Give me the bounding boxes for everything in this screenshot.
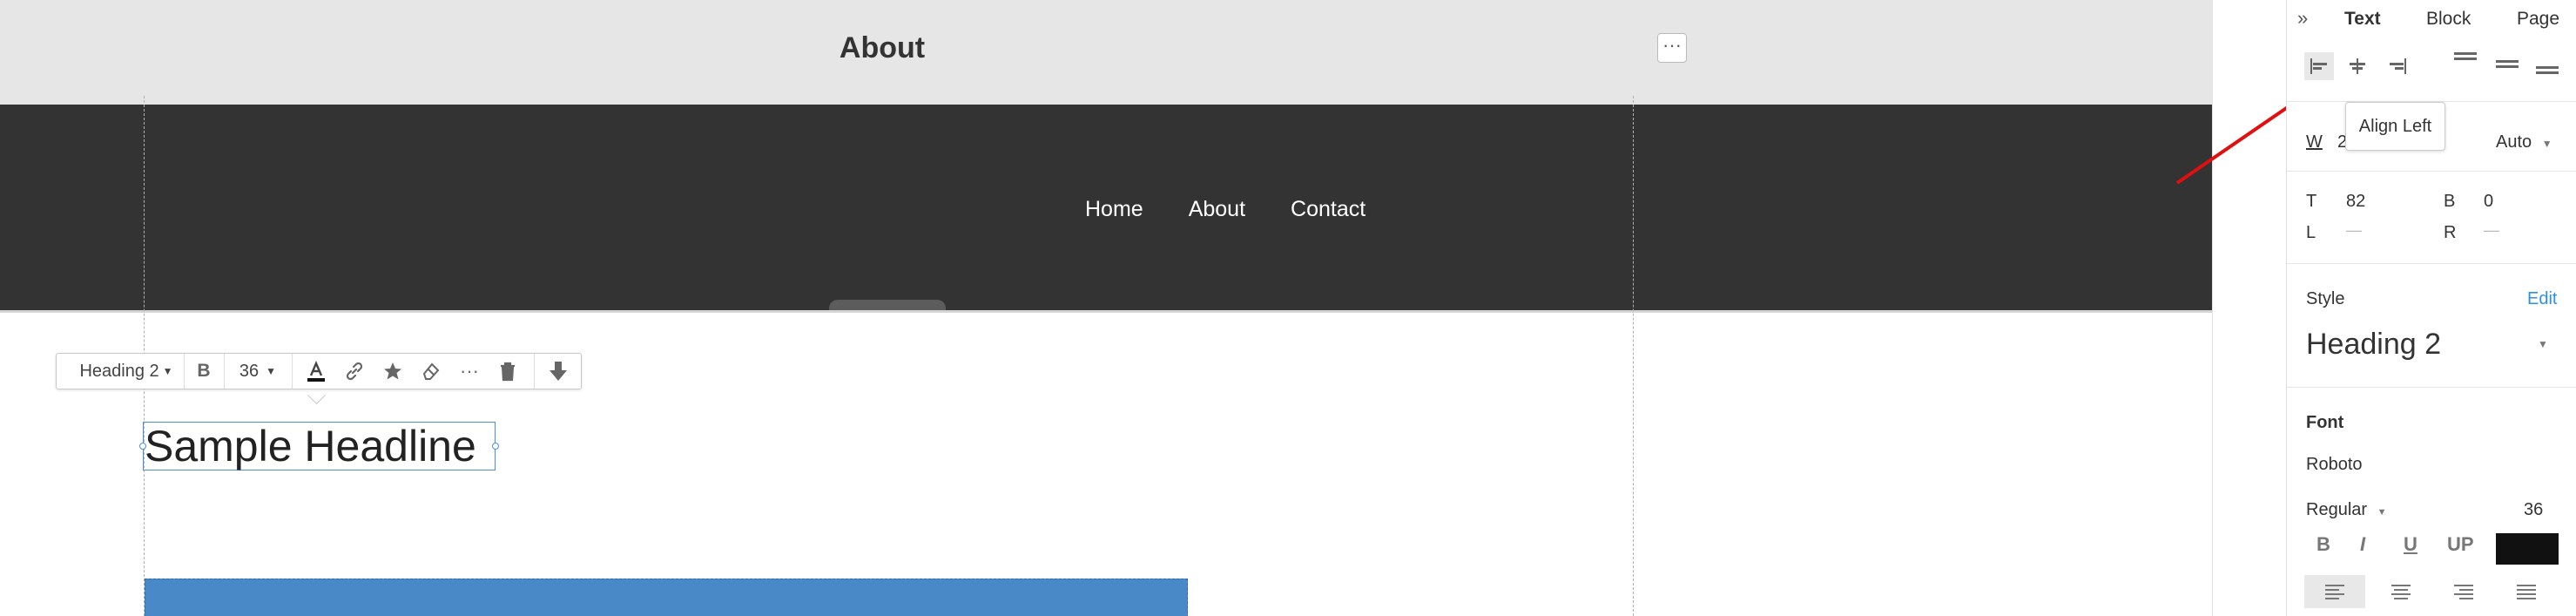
- text-align-justify-icon: [2517, 585, 2536, 599]
- bold-button-label: B: [197, 361, 211, 381]
- header-divider: [0, 310, 2212, 313]
- more-icon: ···: [460, 360, 479, 382]
- tab-page[interactable]: Page: [2517, 9, 2559, 30]
- text-align-right-button[interactable]: [2442, 575, 2485, 613]
- font-weight-dropdown[interactable]: Regular ▼: [2306, 500, 2387, 520]
- nav-link-about[interactable]: About: [1189, 197, 1245, 222]
- chevron-down-icon: ▼: [2377, 507, 2387, 518]
- align-center-button[interactable]: [2343, 52, 2372, 85]
- favorite-button[interactable]: [375, 354, 410, 389]
- resize-handle-right[interactable]: [492, 443, 499, 450]
- clear-format-button[interactable]: [414, 354, 448, 389]
- style-dropdown[interactable]: Heading 2 ▼: [74, 354, 179, 389]
- spacing-top-value[interactable]: 82: [2346, 192, 2365, 212]
- text-color-swatch[interactable]: [2496, 533, 2559, 565]
- text-align-center-icon: [2391, 585, 2411, 599]
- more-button[interactable]: ···: [452, 354, 487, 389]
- move-down-button[interactable]: [539, 354, 577, 389]
- spacing-left-label: L: [2306, 223, 2316, 242]
- headline-text[interactable]: Sample Headline: [143, 422, 496, 470]
- spacing-right-value[interactable]: —: [2484, 221, 2499, 240]
- spacing-left-value[interactable]: —: [2346, 221, 2362, 240]
- align-right-icon: [2390, 58, 2406, 74]
- move-down-icon: [550, 362, 567, 381]
- uppercase-toggle[interactable]: UP: [2447, 533, 2474, 556]
- font-size-dropdown[interactable]: 36 ▼: [229, 354, 287, 389]
- text-align-right-icon: [2454, 585, 2473, 599]
- valign-middle-button[interactable]: [2494, 58, 2520, 79]
- italic-toggle[interactable]: I: [2360, 533, 2365, 556]
- font-size-value[interactable]: 36: [2524, 500, 2543, 520]
- align-left-icon: [2310, 58, 2327, 74]
- chevron-down-icon: ▼: [266, 365, 277, 377]
- link-icon: [346, 362, 363, 381]
- text-align-center-button[interactable]: [2379, 575, 2423, 613]
- collapse-panel-icon[interactable]: »: [2297, 7, 2308, 30]
- valign-middle-icon: [2496, 60, 2519, 68]
- bold-button[interactable]: B: [189, 354, 219, 389]
- nav-link-home[interactable]: Home: [1085, 197, 1143, 222]
- text-align-justify-button[interactable]: [2505, 575, 2548, 613]
- align-left-button[interactable]: [2304, 52, 2334, 80]
- underline-toggle[interactable]: U: [2404, 533, 2418, 556]
- chevron-down-icon: ▼: [2541, 138, 2552, 150]
- spacing-bottom-label: B: [2444, 192, 2456, 211]
- font-label: Font: [2306, 413, 2344, 432]
- width-unit-dropdown[interactable]: Auto ▼: [2496, 132, 2552, 152]
- spacing-bottom-value[interactable]: 0: [2484, 192, 2493, 212]
- delete-button[interactable]: [490, 354, 525, 389]
- style-edit-link[interactable]: Edit: [2527, 289, 2557, 309]
- width-unit-label: Auto: [2496, 132, 2532, 152]
- style-dropdown-label: Heading 2: [79, 361, 159, 381]
- align-left-tooltip: Align Left: [2345, 102, 2445, 151]
- properties-panel: » Text Block Page W 2 Auto ▼ T 82 B 0 L …: [2286, 0, 2576, 616]
- spacing-top-label: T: [2306, 192, 2317, 211]
- text-toolbar: Heading 2 ▼ B 36 ▼ ···: [56, 353, 582, 389]
- chevron-down-icon: ▼: [162, 365, 173, 377]
- font-size-value: 36: [239, 361, 260, 381]
- trash-icon: [501, 362, 515, 382]
- content-block[interactable]: [145, 579, 1188, 616]
- nav-link-contact[interactable]: Contact: [1291, 197, 1366, 222]
- ellipsis-icon: ···: [1662, 34, 1682, 56]
- font-weight-value: Regular: [2306, 500, 2368, 519]
- site-nav: Home About Contact: [1085, 197, 1366, 222]
- page-title: About: [839, 31, 926, 64]
- align-center-icon: [2350, 58, 2365, 74]
- star-icon: [384, 362, 401, 380]
- align-right-button[interactable]: [2383, 52, 2412, 85]
- valign-top-icon: [2454, 52, 2477, 60]
- link-button[interactable]: [337, 354, 372, 389]
- text-color-icon: [307, 360, 325, 382]
- tab-text[interactable]: Text: [2344, 9, 2381, 30]
- editor-canvas: About ··· Home About Contact Heading 2 ▼…: [0, 0, 2212, 616]
- style-label: Style: [2306, 289, 2345, 308]
- font-family-value[interactable]: Roboto: [2306, 455, 2363, 475]
- chevron-down-icon[interactable]: ▼: [2538, 338, 2548, 350]
- style-dropdown-value: Heading 2: [2306, 328, 2442, 361]
- valign-bottom-button[interactable]: [2534, 63, 2560, 85]
- column-guide-right: [1633, 96, 1634, 616]
- resize-handle-left[interactable]: [139, 443, 146, 450]
- valign-top-button[interactable]: [2452, 51, 2478, 72]
- page-menu-button[interactable]: ···: [1657, 33, 1687, 63]
- valign-bottom-icon: [2536, 66, 2559, 74]
- style-dropdown[interactable]: Heading 2: [2306, 328, 2441, 362]
- text-align-left-button[interactable]: [2304, 575, 2365, 608]
- width-label: W: [2306, 132, 2323, 152]
- eraser-icon: [422, 362, 440, 380]
- tab-block[interactable]: Block: [2426, 9, 2471, 30]
- bold-toggle[interactable]: B: [2316, 533, 2330, 556]
- text-color-button[interactable]: [299, 354, 334, 389]
- spacing-right-label: R: [2444, 223, 2457, 242]
- text-align-left-icon: [2325, 585, 2344, 599]
